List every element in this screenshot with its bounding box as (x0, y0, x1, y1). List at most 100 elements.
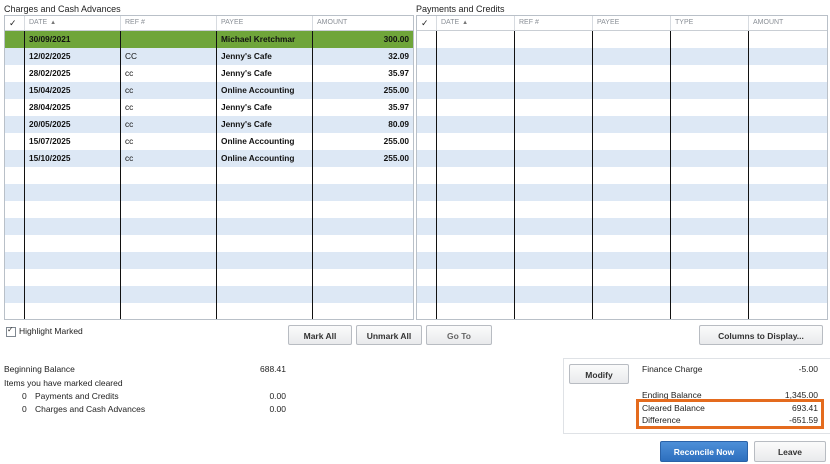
charges-ref-header[interactable]: REF # (121, 16, 217, 30)
payments-count: 0 (22, 391, 27, 401)
payee-cell: Online Accounting (221, 153, 295, 163)
ref-cell: cc (125, 153, 134, 163)
table-row[interactable] (5, 269, 413, 286)
table-row[interactable] (5, 167, 413, 184)
payments-rows (417, 31, 827, 319)
payments-date-header[interactable]: DATE ▲ (437, 16, 515, 30)
payments-grid[interactable]: ✓ DATE ▲ REF # PAYEE TYPE AMOUNT (416, 15, 828, 320)
ref-cell: CC (125, 51, 137, 61)
charges-payee-header[interactable]: PAYEE (217, 16, 313, 30)
table-row[interactable] (5, 303, 413, 319)
payments-grid-header: ✓ DATE ▲ REF # PAYEE TYPE AMOUNT (417, 16, 827, 31)
payments-ref-header[interactable]: REF # (515, 16, 593, 30)
table-row[interactable]: 20/05/2025 cc Jenny's Cafe 80.09 (5, 116, 413, 133)
charges-amount-header[interactable]: AMOUNT (313, 16, 413, 30)
date-cell: 15/07/2025 (29, 136, 71, 146)
payments-cleared-amount: 0.00 (269, 391, 286, 401)
charges-grid[interactable]: ✓ DATE ▲ REF # PAYEE AMOUNT 30/09/2021 Mic… (4, 15, 414, 320)
date-cell: 12/02/2025 (29, 51, 71, 61)
table-row[interactable] (5, 201, 413, 218)
payments-check-header[interactable]: ✓ (417, 16, 437, 30)
table-row[interactable]: 30/09/2021 Michael Kretchmar 300.00 (5, 31, 413, 48)
payments-amount-header[interactable]: AMOUNT (749, 16, 827, 30)
table-row (417, 133, 827, 150)
table-row[interactable]: 15/04/2025 cc Online Accounting 255.00 (5, 82, 413, 99)
table-row[interactable]: 15/10/2025 cc Online Accounting 255.00 (5, 150, 413, 167)
column-divider (514, 31, 515, 319)
sort-ascending-icon: ▲ (462, 20, 469, 26)
amount-cell: 300.00 (383, 34, 409, 44)
unmark-all-button[interactable]: Unmark All (356, 325, 422, 345)
date-cell: 15/04/2025 (29, 85, 71, 95)
payments-section-title: Payments and Credits (416, 4, 505, 14)
highlight-marked-checkbox[interactable] (6, 325, 16, 337)
columns-to-display-button[interactable]: Columns to Display... (699, 325, 823, 345)
modify-button[interactable]: Modify (569, 364, 629, 384)
marked-cleared-label: Items you have marked cleared (4, 378, 123, 388)
payee-cell: Jenny's Cafe (221, 51, 272, 61)
date-cell: 20/05/2025 (29, 119, 71, 129)
table-row[interactable] (5, 252, 413, 269)
charges-cleared-amount: 0.00 (269, 404, 286, 414)
payments-type-header[interactable]: TYPE (671, 16, 749, 30)
sort-ascending-icon: ▲ (50, 20, 57, 26)
table-row (417, 235, 827, 252)
highlight-marked-toggle[interactable]: Highlight Marked (6, 325, 83, 337)
amount-cell: 255.00 (383, 85, 409, 95)
date-cell: 28/04/2025 (29, 102, 71, 112)
charges-count: 0 (22, 404, 27, 414)
table-row[interactable] (5, 184, 413, 201)
table-row[interactable] (5, 218, 413, 235)
finance-charge-label: Finance Charge (642, 364, 703, 374)
amount-cell: 32.09 (388, 51, 409, 61)
amount-cell: 80.09 (388, 119, 409, 129)
row-check-cell[interactable] (5, 48, 25, 65)
date-cell: 15/10/2025 (29, 153, 71, 163)
payee-cell: Michael Kretchmar (221, 34, 296, 44)
payments-cleared-label: Payments and Credits (35, 391, 119, 401)
charges-date-header-label: DATE (29, 19, 48, 26)
table-row (417, 167, 827, 184)
ref-cell: cc (125, 68, 134, 78)
date-cell: 30/09/2021 (29, 34, 71, 44)
charges-date-header[interactable]: DATE ▲ (25, 16, 121, 30)
row-check-cell[interactable] (5, 99, 25, 116)
column-divider (120, 31, 121, 319)
ref-cell (121, 31, 217, 48)
table-row (417, 201, 827, 218)
column-divider (748, 31, 749, 319)
highlight-marked-label: Highlight Marked (19, 326, 83, 336)
row-check-cell[interactable] (5, 116, 25, 133)
row-check-cell[interactable] (5, 65, 25, 82)
finance-charge-value: -5.00 (798, 364, 818, 374)
payments-payee-header[interactable]: PAYEE (593, 16, 671, 30)
table-row[interactable]: 28/02/2025 cc Jenny's Cafe 35.97 (5, 65, 413, 82)
payee-cell: Jenny's Cafe (221, 119, 272, 129)
leave-button[interactable]: Leave (754, 441, 826, 462)
amount-cell: 35.97 (388, 68, 409, 78)
table-row[interactable]: 12/02/2025 CC Jenny's Cafe 32.09 (5, 48, 413, 65)
date-cell: 28/02/2025 (29, 68, 71, 78)
row-check-cell[interactable] (5, 82, 25, 99)
table-row[interactable] (5, 235, 413, 252)
table-row (417, 65, 827, 82)
mark-all-button[interactable]: Mark All (288, 325, 352, 345)
table-row (417, 269, 827, 286)
row-check-cell[interactable] (5, 133, 25, 150)
beginning-balance-label: Beginning Balance (4, 364, 75, 374)
table-row[interactable]: 28/04/2025 cc Jenny's Cafe 35.97 (5, 99, 413, 116)
row-check-cell[interactable] (5, 150, 25, 167)
charges-grid-header: ✓ DATE ▲ REF # PAYEE AMOUNT (5, 16, 413, 31)
table-row[interactable] (5, 286, 413, 303)
row-check-cell[interactable] (5, 31, 25, 48)
table-row[interactable]: 15/07/2025 cc Online Accounting 255.00 (5, 133, 413, 150)
charges-check-header[interactable]: ✓ (5, 16, 25, 30)
charges-cleared-label: Charges and Cash Advances (35, 404, 146, 414)
column-divider (436, 31, 437, 319)
column-divider (24, 31, 25, 319)
amount-cell: 35.97 (388, 102, 409, 112)
column-divider (312, 31, 313, 319)
go-to-button[interactable]: Go To (426, 325, 492, 345)
table-row (417, 31, 827, 48)
reconcile-now-button[interactable]: Reconcile Now (660, 441, 748, 462)
